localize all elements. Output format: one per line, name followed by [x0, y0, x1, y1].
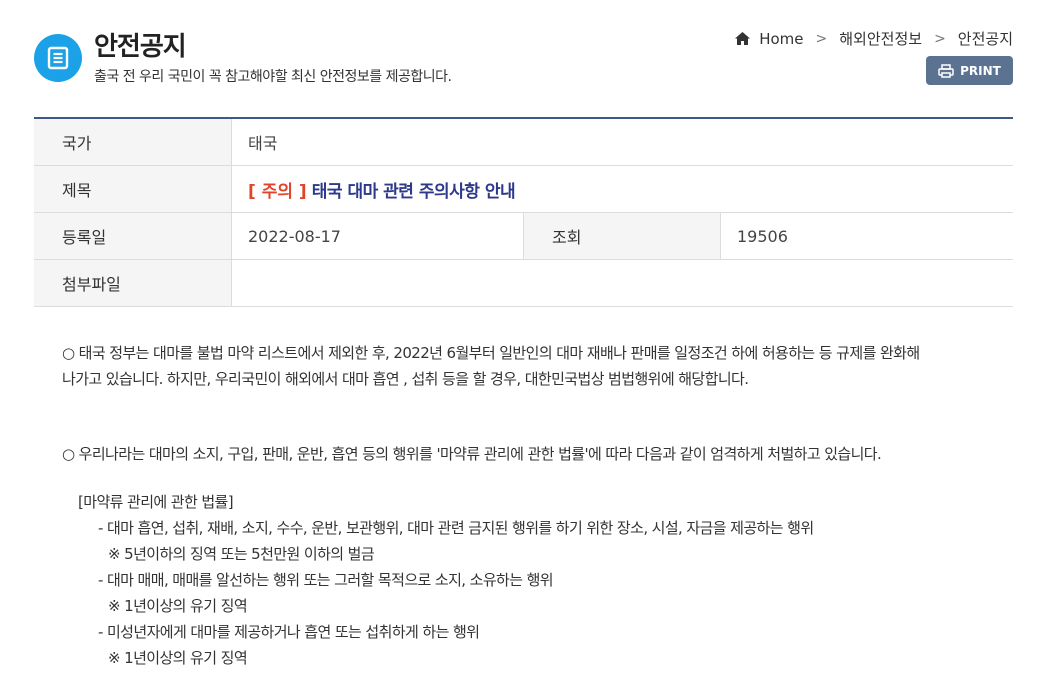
country-value: 태국 [231, 118, 1013, 166]
breadcrumb-home[interactable]: Home [759, 30, 803, 48]
paragraph-1-line-1: ○ 태국 정부는 대마를 불법 마약 리스트에서 제외한 후, 2022년 6월… [62, 344, 920, 362]
printer-icon [938, 63, 954, 78]
breadcrumb-current[interactable]: 안전공지 [958, 28, 1013, 49]
table-row: 첨부파일 [34, 259, 1013, 307]
views-label: 조회 [523, 212, 721, 260]
breadcrumb: Home > 해외안전정보 > 안전공지 [734, 28, 1013, 49]
law-item-1: - 대마 흡연, 섭취, 재배, 소지, 수수, 운반, 보관행위, 대마 관련… [98, 519, 814, 537]
law-item-2: - 대마 매매, 매매를 알선하는 행위 또는 그러할 목적으로 소지, 소유하… [98, 571, 554, 589]
print-button[interactable]: PRINT [926, 56, 1013, 85]
paragraph-1-line-2: 나가고 있습니다. 하지만, 우리국민이 해외에서 대마 흡연 , 섭취 등을 … [62, 370, 749, 388]
views-value: 19506 [720, 212, 1013, 260]
notice-body: ○ 태국 정부는 대마를 불법 마약 리스트에서 제외한 후, 2022년 6월… [62, 340, 1002, 671]
law-title: [마약류 관리에 관한 법률] [78, 493, 234, 511]
chevron-right-icon: > [815, 30, 828, 47]
page-title: 안전공지 [94, 32, 187, 62]
notice-title: 태국 대마 관련 주의사항 안내 [311, 181, 516, 202]
paragraph-2: ○ 우리나라는 대마의 소지, 구입, 판매, 운반, 흡연 등의 행위를 '마… [62, 445, 882, 463]
law-item-2-penalty: ※ 1년이상의 유기 징역 [108, 597, 248, 615]
date-value: 2022-08-17 [231, 212, 524, 260]
law-item-3: - 미성년자에게 대마를 제공하거나 흡연 또는 섭취하게 하는 행위 [98, 623, 480, 641]
subject-label: 제목 [34, 165, 232, 213]
attachment-label: 첨부파일 [34, 259, 232, 307]
document-list-icon [34, 34, 82, 82]
chevron-right-icon: > [934, 30, 946, 47]
page-subtitle: 출국 전 우리 국민이 꼭 참고해야할 최신 안전정보를 제공합니다. [94, 69, 452, 85]
table-row: 등록일 2022-08-17 조회 19506 [34, 212, 1013, 260]
country-label: 국가 [34, 118, 232, 166]
caution-tag: [ 주의 ] [248, 181, 307, 202]
home-icon[interactable] [734, 31, 751, 46]
date-label: 등록일 [34, 212, 232, 260]
table-row: 국가 태국 [34, 118, 1013, 166]
notice-info-table: 국가 태국 제목 [ 주의 ] 태국 대마 관련 주의사항 안내 등록일 202… [34, 117, 1013, 307]
page-header: 안전공지 출국 전 우리 국민이 꼭 참고해야할 최신 안전정보를 제공합니다.… [34, 24, 1013, 94]
print-label: PRINT [960, 63, 1001, 78]
table-row: 제목 [ 주의 ] 태국 대마 관련 주의사항 안내 [34, 165, 1013, 213]
attachment-value [231, 259, 1013, 307]
law-item-1-penalty: ※ 5년이하의 징역 또는 5천만원 이하의 벌금 [108, 545, 375, 563]
subject-value: [ 주의 ] 태국 대마 관련 주의사항 안내 [231, 165, 1013, 213]
law-item-3-penalty: ※ 1년이상의 유기 징역 [108, 649, 248, 667]
breadcrumb-overseas-safety[interactable]: 해외안전정보 [839, 28, 922, 49]
